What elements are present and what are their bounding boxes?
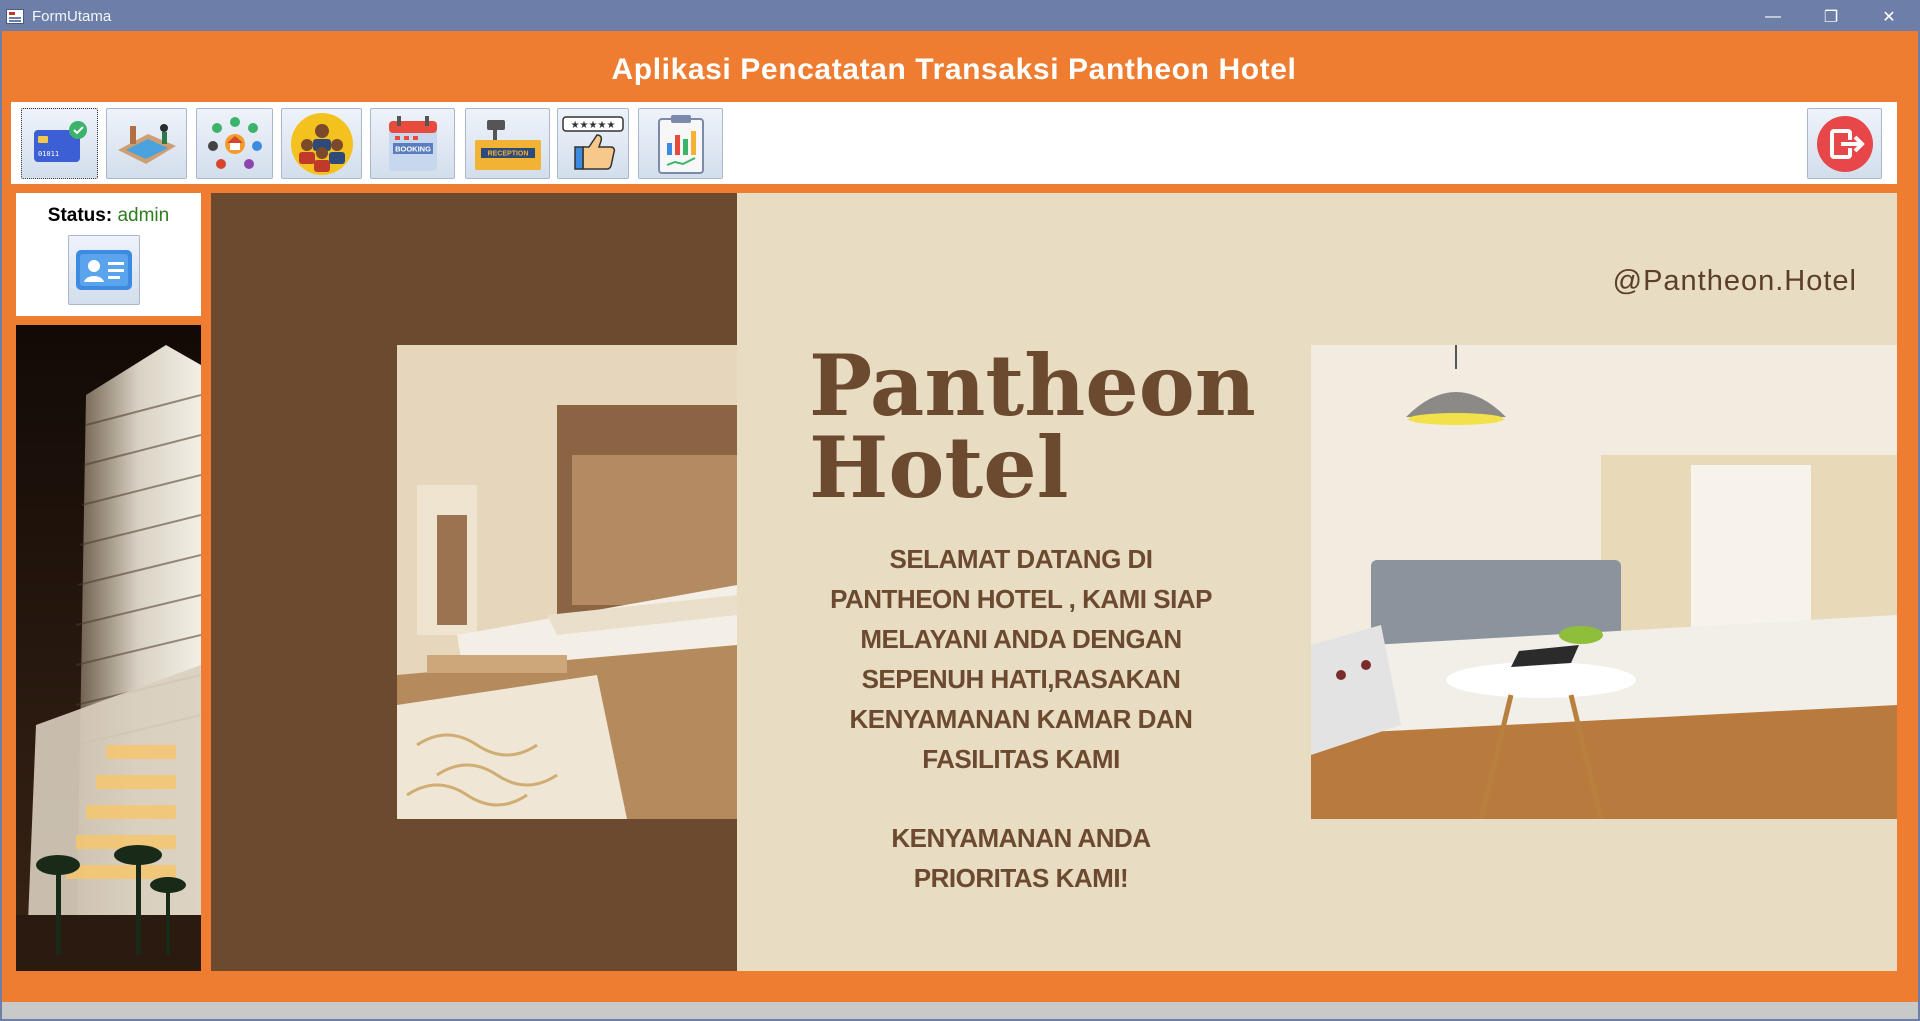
rating-button[interactable]: ★★★★★ (557, 108, 629, 179)
room-button[interactable] (106, 108, 187, 179)
reception-button[interactable]: RECEPTION (465, 108, 550, 179)
booking-caption: BOOKING (395, 144, 431, 153)
welcome-line: MELAYANI ANDA DENGAN (860, 624, 1182, 654)
reception-desk-icon: RECEPTION (474, 119, 541, 170)
rating-thumbs-up-icon: ★★★★★ (562, 115, 624, 170)
tagline-line: PRIORITAS KAMI! (913, 863, 1129, 893)
logout-button[interactable] (1807, 108, 1882, 179)
room-photo-right-graphic (1311, 345, 1897, 819)
employees-group-icon (290, 112, 353, 175)
tagline: KENYAMANAN ANDA PRIORITAS KAMI! (801, 818, 1241, 898)
form-app-icon (6, 9, 24, 24)
status-line: Status: admin (16, 205, 201, 227)
report-button[interactable] (638, 108, 723, 179)
booking-button[interactable]: BOOKING (370, 108, 455, 179)
tagline-line: KENYAMANAN ANDA (891, 823, 1151, 853)
hotel-room-photo-right (1311, 345, 1897, 819)
welcome-message: SELAMAT DATANG DI PANTHEON HOTEL , KAMI … (801, 539, 1241, 779)
welcome-banner: @Pantheon.Hotel Pantheon Hotel SELAMAT D… (211, 193, 1897, 971)
hotel-room-photo-left (397, 345, 737, 819)
payment-card-icon: 01011 (33, 120, 87, 162)
payment-button[interactable]: 01011 (21, 108, 98, 179)
app-header-title: Aplikasi Pencatatan Transaksi Pantheon H… (611, 53, 1297, 86)
logout-icon (1816, 115, 1873, 172)
status-label: Status: (47, 205, 113, 226)
welcome-line: SEPENUH HATI,RASAKAN (861, 664, 1181, 694)
employees-button[interactable] (281, 108, 362, 179)
room-photo-left-graphic (397, 345, 737, 819)
reception-caption: RECEPTION (487, 150, 528, 157)
minimize-button[interactable]: — (1744, 2, 1802, 31)
close-button[interactable]: ✕ (1860, 2, 1918, 31)
welcome-line: SELAMAT DATANG DI (889, 544, 1153, 574)
status-panel: Status: admin (16, 193, 201, 316)
window-controls: — ❐ ✕ (1744, 2, 1918, 31)
hotel-name-title: Pantheon Hotel (809, 336, 1256, 517)
restore-button[interactable]: ❐ (1802, 2, 1860, 31)
welcome-line: PANTHEON HOTEL , KAMI SIAP (830, 584, 1212, 614)
svg-text:★★★★★: ★★★★★ (571, 120, 616, 131)
main-window: FormUtama — ❐ ✕ Aplikasi Pencatatan Tran… (0, 0, 1920, 1021)
facility-settings-icon (207, 116, 262, 169)
facility-button[interactable] (196, 108, 273, 179)
welcome-line: KENYAMANAN KAMAR DAN (849, 704, 1193, 734)
room-bed-icon (117, 123, 176, 164)
title-bar: FormUtama — ❐ ✕ (2, 2, 1918, 31)
hotel-name-line2: Hotel (809, 418, 1069, 517)
window-bottom-strip (2, 1002, 1918, 1019)
hotel-name-line1: Pantheon (809, 336, 1256, 435)
window-title: FormUtama (32, 8, 112, 25)
user-id-card-icon (76, 250, 132, 290)
social-handle: @Pantheon.Hotel (1612, 265, 1857, 297)
svg-text:01011: 01011 (38, 150, 59, 158)
report-chart-icon (657, 114, 704, 174)
welcome-line: FASILITAS KAMI (922, 744, 1120, 774)
user-profile-button[interactable] (68, 235, 140, 305)
booking-calendar-icon: BOOKING (388, 115, 437, 171)
hotel-building-image (16, 325, 201, 971)
main-toolbar: 01011 BOOKING RECEPTION ★★★★★ (11, 102, 1897, 184)
hotel-building-graphic (16, 345, 201, 971)
status-value: admin (117, 205, 170, 226)
